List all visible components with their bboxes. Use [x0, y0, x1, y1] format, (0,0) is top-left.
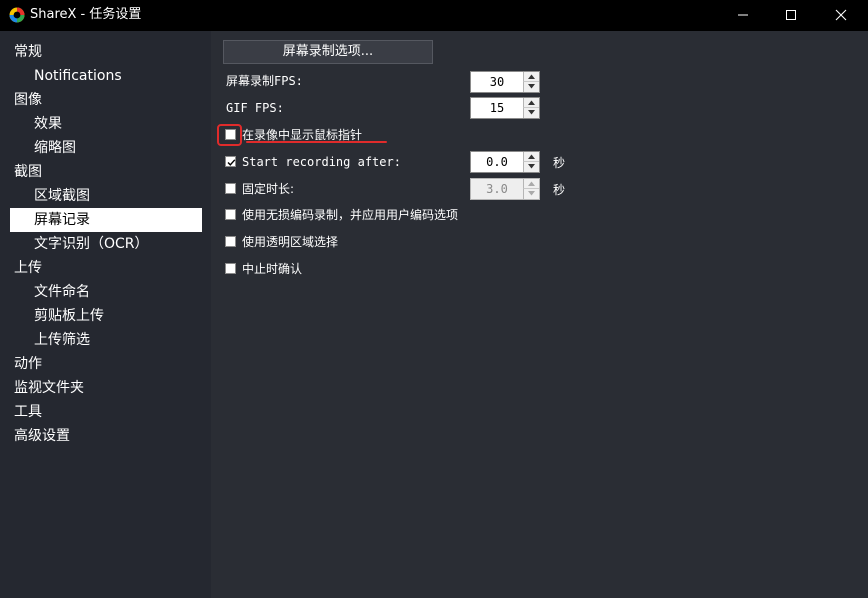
lossless-checkbox[interactable] — [225, 209, 236, 220]
gif-fps-value[interactable]: 15 — [471, 98, 523, 118]
fps-value[interactable]: 30 — [471, 72, 523, 92]
sidebar-item-label: 工具 — [14, 404, 42, 420]
arrow-down-icon — [528, 164, 535, 169]
confirm-abort-checkbox[interactable] — [225, 263, 236, 274]
maximize-icon — [786, 10, 796, 20]
gif-fps-increment-button[interactable] — [523, 98, 539, 108]
sharex-logo-icon — [9, 7, 25, 23]
gif-fps-decrement-button[interactable] — [523, 108, 539, 118]
title-bar: ShareX - 任务设置 — [0, 0, 868, 31]
fixed-duration-increment-button — [523, 179, 539, 189]
sidebar-item-label: 效果 — [34, 116, 62, 132]
gif-fps-stepper[interactable]: 15 — [470, 97, 540, 119]
fixed-duration-label: 固定时长: — [242, 182, 295, 196]
start-delay-increment-button[interactable] — [523, 152, 539, 162]
sidebar-item-label: 屏幕记录 — [34, 212, 90, 228]
fixed-duration-stepper: 3.0 — [470, 178, 540, 200]
sidebar-item-file-naming[interactable]: 文件命名 — [10, 280, 202, 304]
fixed-duration-checkbox[interactable] — [225, 183, 236, 194]
sidebar-item-effects[interactable]: 效果 — [10, 112, 202, 136]
sidebar-item-capture[interactable]: 截图 — [10, 160, 202, 184]
sidebar-item-thumbnail[interactable]: 缩略图 — [10, 136, 202, 160]
close-icon — [835, 9, 847, 21]
start-delay-label: Start recording after: — [242, 155, 401, 169]
sidebar-item-label: Notifications — [34, 68, 122, 84]
start-delay-checkbox-row[interactable]: Start recording after: — [225, 154, 475, 172]
arrow-up-icon — [528, 100, 535, 105]
minimize-button[interactable] — [720, 0, 766, 31]
sidebar-item-label: 截图 — [14, 164, 42, 180]
sidebar-item-label: 监视文件夹 — [14, 380, 84, 396]
fps-label: 屏幕录制FPS: — [226, 74, 303, 88]
arrow-up-icon — [528, 74, 535, 79]
show-cursor-checkbox-row[interactable]: 在录像中显示鼠标指针 — [225, 127, 425, 145]
sidebar-item-notifications[interactable]: Notifications — [10, 64, 202, 88]
fixed-duration-value: 3.0 — [486, 182, 508, 196]
sidebar-item-label: 文件命名 — [34, 284, 90, 300]
sidebar-item-label: 上传筛选 — [34, 332, 90, 348]
sidebar-item-label: 文字识别（OCR） — [34, 236, 149, 252]
sidebar-item-region-capture[interactable]: 区域截图 — [10, 184, 202, 208]
arrow-down-icon — [528, 191, 535, 196]
sidebar-item-label: 缩略图 — [34, 140, 76, 156]
fixed-duration-unit: 秒 — [553, 183, 566, 197]
show-cursor-label: 在录像中显示鼠标指针 — [242, 128, 363, 142]
arrow-up-icon — [528, 181, 535, 186]
window-title: ShareX - 任务设置 — [30, 7, 142, 22]
fps-decrement-button[interactable] — [523, 82, 539, 92]
sidebar-item-label: 动作 — [14, 356, 42, 372]
fps-increment-button[interactable] — [523, 72, 539, 82]
sidebar-item-advanced[interactable]: 高级设置 — [10, 424, 202, 448]
sidebar-item-label: 高级设置 — [14, 428, 70, 444]
close-button[interactable] — [818, 0, 864, 31]
start-delay-stepper[interactable]: 0.0 — [470, 151, 540, 173]
transparent-region-checkbox[interactable] — [225, 236, 236, 247]
settings-sidebar: 常规 Notifications 图像 效果 缩略图 截图 区域截图 屏幕记录 … — [0, 31, 211, 598]
checkmark-icon — [227, 159, 236, 166]
sidebar-item-actions[interactable]: 动作 — [10, 352, 202, 376]
sidebar-item-label: 上传 — [14, 260, 42, 276]
sidebar-item-tools[interactable]: 工具 — [10, 400, 202, 424]
start-delay-value[interactable]: 0.0 — [471, 152, 523, 172]
minimize-icon — [738, 14, 748, 16]
fps-stepper[interactable]: 30 — [470, 71, 540, 93]
sidebar-item-ocr[interactable]: 文字识别（OCR） — [10, 232, 202, 256]
gif-fps-label: GIF FPS: — [226, 101, 284, 115]
maximize-button[interactable] — [768, 0, 814, 31]
confirm-abort-checkbox-row[interactable]: 中止时确认 — [225, 261, 425, 279]
sidebar-item-upload[interactable]: 上传 — [10, 256, 202, 280]
sidebar-item-screen-recording[interactable]: 屏幕记录 — [10, 208, 202, 232]
transparent-region-label: 使用透明区域选择 — [242, 235, 339, 249]
task-settings-window: ShareX - 任务设置 常规 Notifications 图像 效果 缩略图… — [0, 0, 868, 598]
lossless-checkbox-row[interactable]: 使用无损编码录制，并应用用户编码选项 — [225, 207, 505, 225]
sidebar-item-upload-filter[interactable]: 上传筛选 — [10, 328, 202, 352]
sidebar-item-image[interactable]: 图像 — [10, 88, 202, 112]
screen-recording-options-button[interactable]: 屏幕录制选项... — [223, 40, 433, 64]
sidebar-item-label: 区域截图 — [34, 188, 90, 204]
sidebar-item-label: 图像 — [14, 92, 42, 108]
start-delay-decrement-button[interactable] — [523, 162, 539, 172]
start-delay-unit: 秒 — [553, 156, 566, 170]
fixed-duration-decrement-button — [523, 189, 539, 199]
sidebar-item-clipboard-upload[interactable]: 剪贴板上传 — [10, 304, 202, 328]
transparent-region-checkbox-row[interactable]: 使用透明区域选择 — [225, 234, 425, 252]
start-delay-checkbox[interactable] — [225, 156, 236, 167]
lossless-label: 使用无损编码录制，并应用用户编码选项 — [242, 208, 459, 222]
arrow-up-icon — [528, 154, 535, 159]
sidebar-item-label: 剪贴板上传 — [34, 308, 104, 324]
confirm-abort-label: 中止时确认 — [242, 262, 303, 276]
show-cursor-checkbox[interactable] — [225, 129, 236, 140]
arrow-down-icon — [528, 84, 535, 89]
fixed-duration-checkbox-row[interactable]: 固定时长: — [225, 181, 425, 199]
sidebar-item-label: 常规 — [14, 44, 42, 60]
arrow-down-icon — [528, 110, 535, 115]
sidebar-item-general[interactable]: 常规 — [10, 40, 202, 64]
sidebar-item-watch-folders[interactable]: 监视文件夹 — [10, 376, 202, 400]
screen-recording-panel: 屏幕录制选项... 屏幕录制FPS: 30 GIF FPS: 15 在录像中显示… — [211, 31, 868, 598]
